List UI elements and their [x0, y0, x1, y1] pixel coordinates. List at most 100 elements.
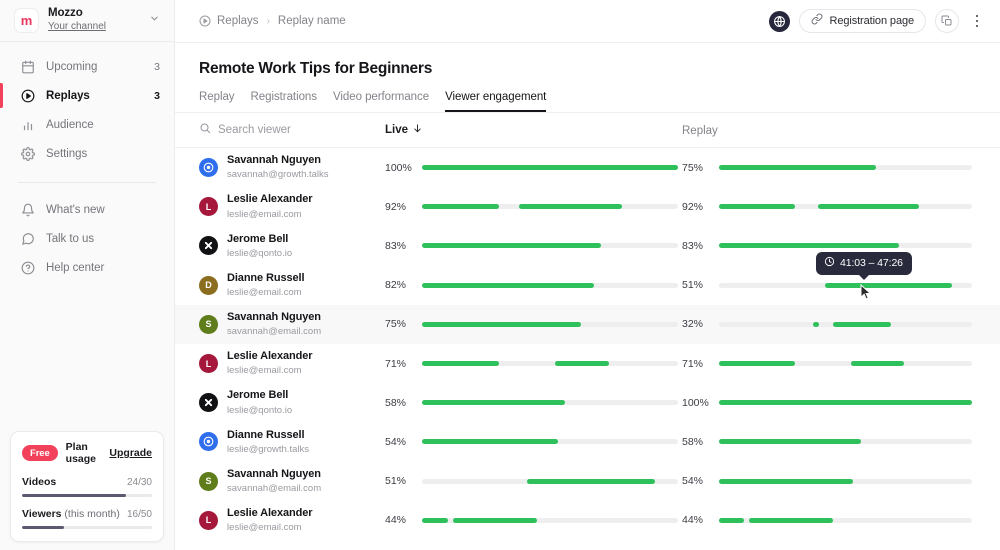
column-header-live-label: Live [385, 124, 408, 136]
replay-track[interactable] [719, 204, 972, 209]
live-track[interactable] [422, 518, 678, 523]
sidebar-item-label: Talk to us [46, 233, 160, 245]
live-segment[interactable] [422, 518, 448, 523]
search-input[interactable]: Search viewer [199, 121, 385, 139]
registration-page-button[interactable]: Registration page [799, 9, 926, 33]
kebab-menu-icon[interactable] [968, 9, 986, 33]
replay-segment[interactable] [719, 400, 972, 405]
live-segment[interactable] [422, 322, 581, 327]
viewer-cell: Jerome Bellleslie@qonto.io [199, 389, 385, 416]
replay-segment[interactable] [719, 243, 899, 248]
replay-track[interactable] [719, 165, 972, 170]
table-row[interactable]: LLeslie Alexanderleslie@email.com44%44% [175, 501, 1000, 540]
sidebar-item-settings[interactable]: Settings [0, 139, 174, 168]
avatar: L [199, 197, 218, 216]
breadcrumb-current[interactable]: Replay name [278, 15, 346, 27]
replay-track[interactable] [719, 283, 972, 288]
replay-segment[interactable] [813, 322, 819, 327]
breadcrumb-replays[interactable]: Replays [199, 15, 259, 27]
replay-segment[interactable] [719, 165, 876, 170]
live-segment[interactable] [453, 518, 537, 523]
viewer-name: Leslie Alexander [227, 350, 312, 363]
replay-track[interactable] [719, 322, 972, 327]
sidebar-item-replays[interactable]: Replays 3 [0, 81, 174, 110]
chevron-down-icon[interactable] [149, 13, 162, 27]
live-segment[interactable] [422, 400, 565, 405]
sidebar-item-count: 3 [154, 61, 160, 73]
replay-segment[interactable] [818, 204, 919, 209]
live-track[interactable] [422, 283, 678, 288]
replay-track[interactable] [719, 518, 972, 523]
table-row[interactable]: Savannah Nguyensavannah@growth.talks 100%… [175, 148, 1000, 187]
live-segment[interactable] [422, 165, 678, 170]
table-header: Search viewer Live Replay [175, 113, 1000, 147]
column-header-live[interactable]: Live [385, 121, 682, 139]
channel-switcher[interactable]: m Mozzo Your channel [0, 0, 174, 42]
sidebar-item-upcoming[interactable]: Upcoming 3 [0, 52, 174, 81]
viewer-email: leslie@email.com [227, 287, 304, 298]
viewer-email: leslie@email.com [227, 209, 312, 220]
viewer-identity: Savannah Nguyensavannah@growth.talks [227, 154, 329, 181]
replay-segment[interactable] [851, 361, 904, 366]
table-row[interactable]: Dianne Russellleslie@growth.talks54%58% [175, 422, 1000, 461]
globe-icon[interactable] [769, 11, 790, 32]
replay-segment[interactable] [719, 479, 853, 484]
tab-viewer-engagement[interactable]: Viewer engagement [445, 91, 546, 112]
replay-segment[interactable] [719, 518, 744, 523]
upgrade-link[interactable]: Upgrade [109, 447, 152, 459]
calendar-icon [20, 59, 35, 74]
copy-icon[interactable] [935, 9, 959, 33]
live-segment[interactable] [422, 361, 499, 366]
sidebar-item-whats-new[interactable]: What's new [0, 195, 174, 224]
live-track[interactable] [422, 400, 678, 405]
live-percent: 100% [385, 162, 422, 174]
replay-segment[interactable] [719, 204, 795, 209]
replay-segment[interactable] [825, 283, 952, 288]
table-row[interactable]: Jerome Bellleslie@qonto.io58%100% [175, 383, 1000, 422]
live-segment[interactable] [422, 439, 558, 444]
replay-percent: 54% [682, 475, 719, 487]
x-badge-icon [199, 393, 218, 412]
table-row[interactable]: SSavannah Nguyensavannah@email.com75%32% [175, 305, 1000, 344]
live-track[interactable] [422, 361, 678, 366]
live-segment[interactable] [422, 243, 601, 248]
replay-track[interactable] [719, 479, 972, 484]
replay-segment[interactable] [833, 322, 891, 327]
replay-track[interactable] [719, 361, 972, 366]
replay-track[interactable] [719, 243, 972, 248]
plan-card-header: Free Plan usage Upgrade [22, 441, 152, 465]
table-row[interactable]: LLeslie Alexanderleslie@email.com71%71% [175, 344, 1000, 383]
live-segment[interactable] [527, 479, 655, 484]
viewer-engagement-table: Savannah Nguyensavannah@growth.talks 100%… [175, 148, 1000, 540]
live-segment[interactable] [422, 283, 594, 288]
live-track[interactable] [422, 322, 678, 327]
tab-video-performance[interactable]: Video performance [333, 91, 429, 112]
live-segment[interactable] [555, 361, 609, 366]
live-track[interactable] [422, 204, 678, 209]
live-track[interactable] [422, 243, 678, 248]
tab-registrations[interactable]: Registrations [251, 91, 317, 112]
live-track[interactable] [422, 165, 678, 170]
segment-time-tooltip: 41:03 – 47:26 [816, 252, 912, 275]
live-track[interactable] [422, 439, 678, 444]
viewer-identity: Savannah Nguyensavannah@email.com [227, 311, 321, 338]
live-segment[interactable] [422, 204, 499, 209]
tab-replay[interactable]: Replay [199, 91, 235, 112]
live-engagement-cell: 44% [385, 514, 682, 526]
sidebar-item-talk-to-us[interactable]: Talk to us [0, 224, 174, 253]
live-segment[interactable] [519, 204, 621, 209]
replay-segment[interactable] [749, 518, 832, 523]
viewer-identity: Leslie Alexanderleslie@email.com [227, 193, 312, 220]
replay-track[interactable] [719, 400, 972, 405]
replay-track[interactable] [719, 439, 972, 444]
live-track[interactable] [422, 479, 678, 484]
replay-segment[interactable] [719, 361, 795, 366]
viewer-cell: L Leslie Alexanderleslie@email.com [199, 193, 385, 220]
sidebar-item-audience[interactable]: Audience [0, 110, 174, 139]
table-row[interactable]: LLeslie Alexanderleslie@email.com92%92% [175, 187, 1000, 226]
table-row[interactable]: SSavannah Nguyensavannah@email.com51%54% [175, 462, 1000, 501]
viewer-email: savannah@email.com [227, 326, 321, 337]
column-header-replay[interactable]: Replay [682, 121, 976, 139]
sidebar-item-help-center[interactable]: Help center [0, 253, 174, 282]
replay-segment[interactable] [719, 439, 861, 444]
